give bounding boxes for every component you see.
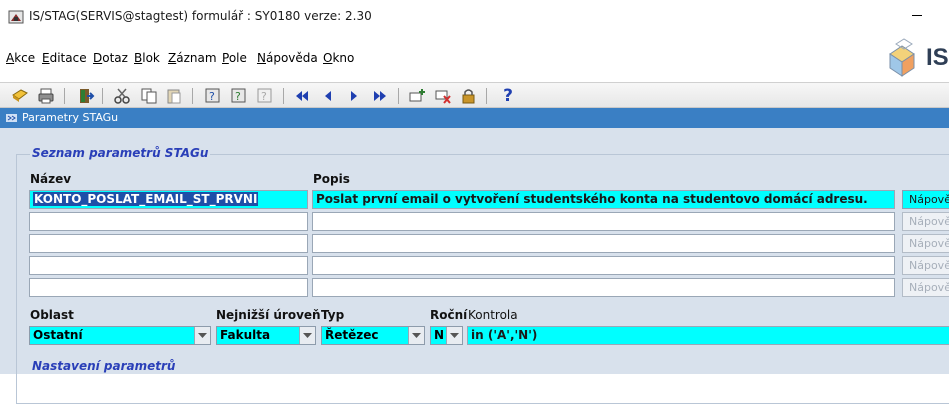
nejnizsi-uroven-label: Nejnižší úroveň [216,308,321,322]
execute-query-icon[interactable]: ? [229,86,249,106]
cancel-query-icon[interactable]: ? [255,86,275,106]
inner-window-title: Parametry STAGu [22,111,119,124]
popis-field[interactable] [312,234,895,253]
title-bar: IS/STAG(SERVIS@stagtest) formulář : SY01… [0,0,949,34]
nazev-field[interactable] [29,234,308,253]
exit-icon[interactable] [76,86,96,106]
insert-record-icon[interactable] [407,86,427,106]
typ-label: Typ [321,308,345,322]
svg-text:?: ? [235,90,241,103]
delete-record-icon[interactable] [433,86,453,106]
last-record-icon[interactable] [370,86,390,106]
svg-text:?: ? [261,90,267,103]
popis-field[interactable] [312,256,895,275]
nazev-field[interactable] [29,256,308,275]
paste-icon[interactable] [164,86,184,106]
napoveda-button[interactable]: Nápověda [902,278,949,297]
chevron-down-icon[interactable] [446,327,462,344]
kontrola-field[interactable]: in ('A','N') [467,326,949,345]
app-icon [8,10,24,24]
window-menu-icon[interactable] [6,113,17,123]
popis-field[interactable] [312,278,895,297]
napoveda-button[interactable]: Nápověda [902,190,949,209]
typ-select[interactable]: Řetězec [321,326,425,345]
popis-field[interactable]: Poslat první email o vytvoření studentsk… [312,190,895,209]
chevron-down-icon[interactable] [299,327,315,344]
rocni-label: Roční [430,308,468,322]
previous-record-icon[interactable] [318,86,338,106]
menu-bar: Akce Editace Dotaz Blok Záznam Pole Nápo… [0,34,949,82]
section-title-parameters-list: Seznam parametrů STAGu [30,146,211,160]
napoveda-button[interactable]: Nápověda [902,256,949,275]
menu-pole[interactable]: Pole [222,51,247,65]
enter-query-icon[interactable]: ? [203,86,223,106]
menu-zaznam[interactable]: Záznam [168,51,217,65]
save-icon[interactable] [10,86,30,106]
column-header-nazev: Název [30,172,72,186]
rocni-select[interactable]: N [430,326,463,345]
svg-text:?: ? [209,90,215,103]
section-title-settings: Nastavení parametrů [30,359,178,373]
menu-napoveda[interactable]: Nápověda [257,51,318,65]
next-record-icon[interactable] [344,86,364,106]
inner-window-titlebar[interactable]: Parametry STAGu [0,108,949,128]
toolbar: ? ? ? ? [0,82,949,108]
chevron-down-icon[interactable] [408,327,424,344]
menu-okno[interactable]: Okno [323,51,354,65]
chevron-down-icon[interactable] [194,327,210,344]
nazev-field[interactable] [29,212,308,231]
menu-blok[interactable]: Blok [134,51,160,65]
first-record-icon[interactable] [292,86,312,106]
cut-icon[interactable] [112,86,132,106]
lock-record-icon[interactable] [459,86,479,106]
svg-text:IS: IS [926,44,949,71]
kontrola-label: Kontrola [468,308,518,322]
window-title: IS/STAG(SERVIS@stagtest) formulář : SY01… [29,9,372,23]
is-stag-logo: IS [889,38,949,77]
menu-dotaz[interactable]: Dotaz [93,51,128,65]
column-header-popis: Popis [313,172,350,186]
menu-editace[interactable]: Editace [42,51,87,65]
napoveda-button[interactable]: Nápověda [902,234,949,253]
form-area: Seznam parametrů STAGu Název Popis KONTO… [0,128,949,404]
nazev-field[interactable] [29,278,308,297]
oblast-label: Oblast [30,308,74,322]
print-icon[interactable] [36,86,56,106]
oblast-select[interactable]: Ostatní [29,326,211,345]
copy-icon[interactable] [139,86,159,106]
minimize-button[interactable] [912,15,922,16]
help-icon[interactable]: ? [498,86,518,106]
nejnizsi-uroven-select[interactable]: Fakulta [216,326,316,345]
menu-akce[interactable]: Akce [6,51,35,65]
popis-field[interactable] [312,212,895,231]
napoveda-button[interactable]: Nápověda [902,212,949,231]
nazev-field[interactable]: KONTO_POSLAT_EMAIL_ST_PRVNI [29,190,308,209]
